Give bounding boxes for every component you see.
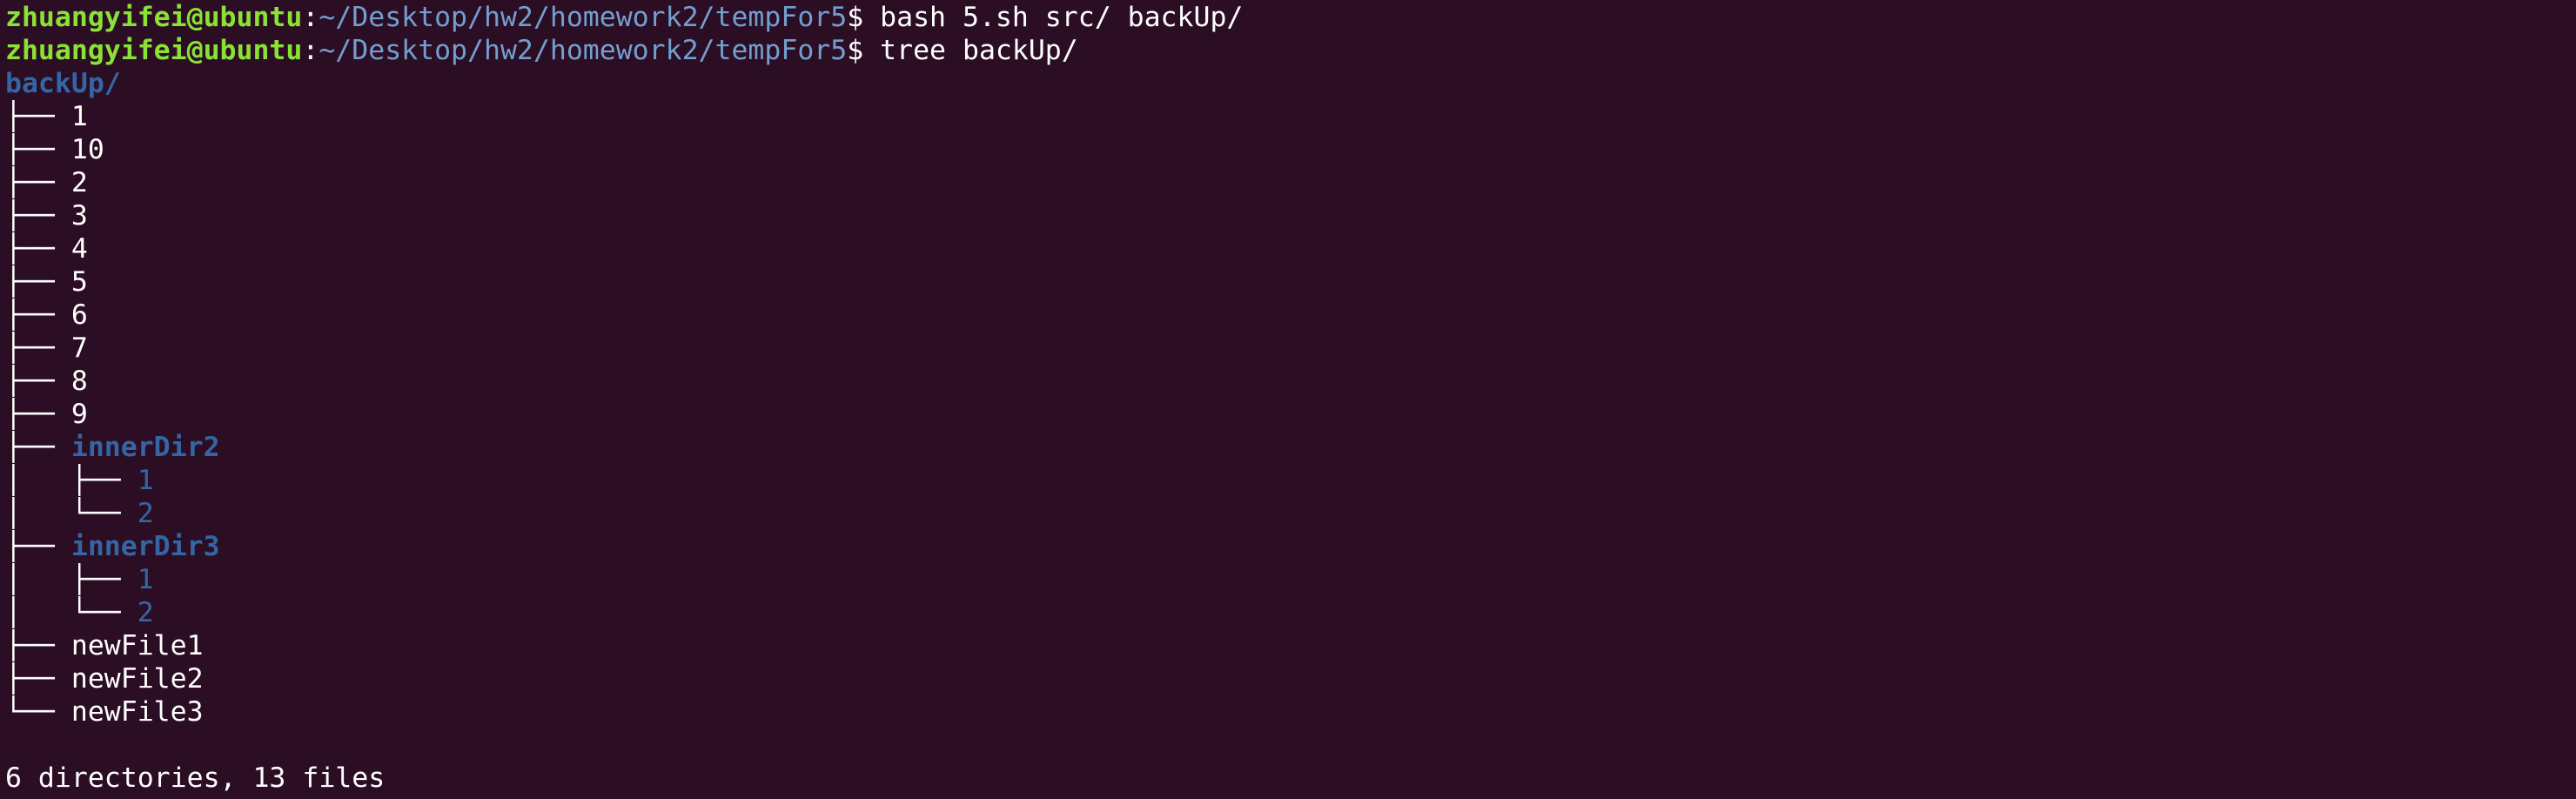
tree-branch: ├── <box>5 134 71 165</box>
tree-branch: │ ├── <box>5 465 138 496</box>
prompt-colon: : <box>302 2 319 33</box>
tree-branch: │ ├── <box>5 564 138 595</box>
tree-line: ├── newFile2 <box>5 662 2576 695</box>
tree-output: ├── 1 ├── 10 ├── 2 ├── 3 ├── 4 ├── 5 ├── 6 ├── … <box>5 100 2576 728</box>
summary-line: 6 directories, 13 files <box>5 762 2576 795</box>
tree-branch: └── <box>5 696 71 728</box>
tree-line: ├── 2 <box>5 166 2576 199</box>
tree-line: ├── 9 <box>5 398 2576 431</box>
tree-file-name: 5 <box>70 266 88 298</box>
tree-branch: │ └── <box>5 597 138 628</box>
tree-line: ├── 1 <box>5 100 2576 133</box>
tree-branch: ├── <box>5 299 71 331</box>
tree-line: │ └── 2 <box>5 497 2576 530</box>
tree-file-name: 7 <box>70 332 88 364</box>
tree-branch: ├── <box>5 630 71 661</box>
command-text: tree backUp/ <box>880 35 1078 66</box>
tree-file-name: 6 <box>70 299 88 331</box>
tree-branch: ├── <box>5 432 71 463</box>
prompt-path: ~/Desktop/hw2/homework2/tempFor5 <box>319 2 848 33</box>
tree-branch: ├── <box>5 101 71 132</box>
tree-branch: ├── <box>5 200 71 232</box>
tree-line: ├── 5 <box>5 265 2576 299</box>
prompt-dollar: $ <box>847 35 881 66</box>
tree-branch: ├── <box>5 167 71 198</box>
tree-line: │ ├── 1 <box>5 563 2576 596</box>
tree-file-name: newFile1 <box>70 630 204 661</box>
tree-file-name: 4 <box>70 233 88 265</box>
tree-file-name: 10 <box>70 134 104 165</box>
tree-line: ├── innerDir3 <box>5 530 2576 563</box>
tree-branch: ├── <box>5 332 71 364</box>
tree-line: └── newFile3 <box>5 695 2576 728</box>
tree-line: ├── innerDir2 <box>5 431 2576 464</box>
tree-line: ├── newFile1 <box>5 629 2576 662</box>
tree-directory-name: innerDir3 <box>70 531 220 562</box>
tree-file-name: newFile3 <box>70 696 204 728</box>
tree-file-name: 1 <box>137 564 154 595</box>
tree-line: ├── 7 <box>5 332 2576 365</box>
prompt-line: zhuangyifei@ubuntu:~/Desktop/hw2/homewor… <box>5 1 2576 34</box>
prompt-colon: : <box>302 35 319 66</box>
tree-line: ├── 10 <box>5 133 2576 166</box>
tree-file-name: 2 <box>137 597 154 628</box>
tree-branch: ├── <box>5 663 71 695</box>
prompt-user-host: zhuangyifei@ubuntu <box>5 35 303 66</box>
tree-branch: ├── <box>5 233 71 265</box>
tree-file-name: 2 <box>70 167 88 198</box>
tree-branch: ├── <box>5 399 71 430</box>
prompt-path: ~/Desktop/hw2/homework2/tempFor5 <box>319 35 848 66</box>
tree-file-name: 8 <box>70 366 88 397</box>
tree-branch: │ └── <box>5 498 138 529</box>
prompt-line: zhuangyifei@ubuntu:~/Desktop/hw2/homewor… <box>5 34 2576 67</box>
tree-file-name: 1 <box>137 465 154 496</box>
tree-branch: ├── <box>5 266 71 298</box>
tree-line: ├── 4 <box>5 232 2576 265</box>
tree-file-name: 3 <box>70 200 88 232</box>
tree-line: │ ├── 1 <box>5 464 2576 497</box>
tree-root-line: backUp/ <box>5 67 2576 100</box>
prompt-dollar: $ <box>847 2 881 33</box>
prompt-user-host: zhuangyifei@ubuntu <box>5 2 303 33</box>
tree-line: ├── 3 <box>5 199 2576 232</box>
tree-directory-name: innerDir2 <box>70 432 220 463</box>
tree-summary: 6 directories, 13 files <box>5 762 386 794</box>
tree-root-dir: backUp/ <box>5 68 121 99</box>
command-text: bash 5.sh src/ backUp/ <box>880 2 1244 33</box>
tree-line: │ └── 2 <box>5 596 2576 629</box>
tree-branch: ├── <box>5 531 71 562</box>
tree-branch: ├── <box>5 366 71 397</box>
tree-line: ├── 6 <box>5 299 2576 332</box>
tree-file-name: 2 <box>137 498 154 529</box>
tree-file-name: newFile2 <box>70 663 204 695</box>
tree-file-name: 9 <box>70 399 88 430</box>
terminal-window[interactable]: zhuangyifei@ubuntu:~/Desktop/hw2/homewor… <box>0 0 2576 799</box>
tree-line: ├── 8 <box>5 365 2576 398</box>
tree-file-name: 1 <box>70 101 88 132</box>
